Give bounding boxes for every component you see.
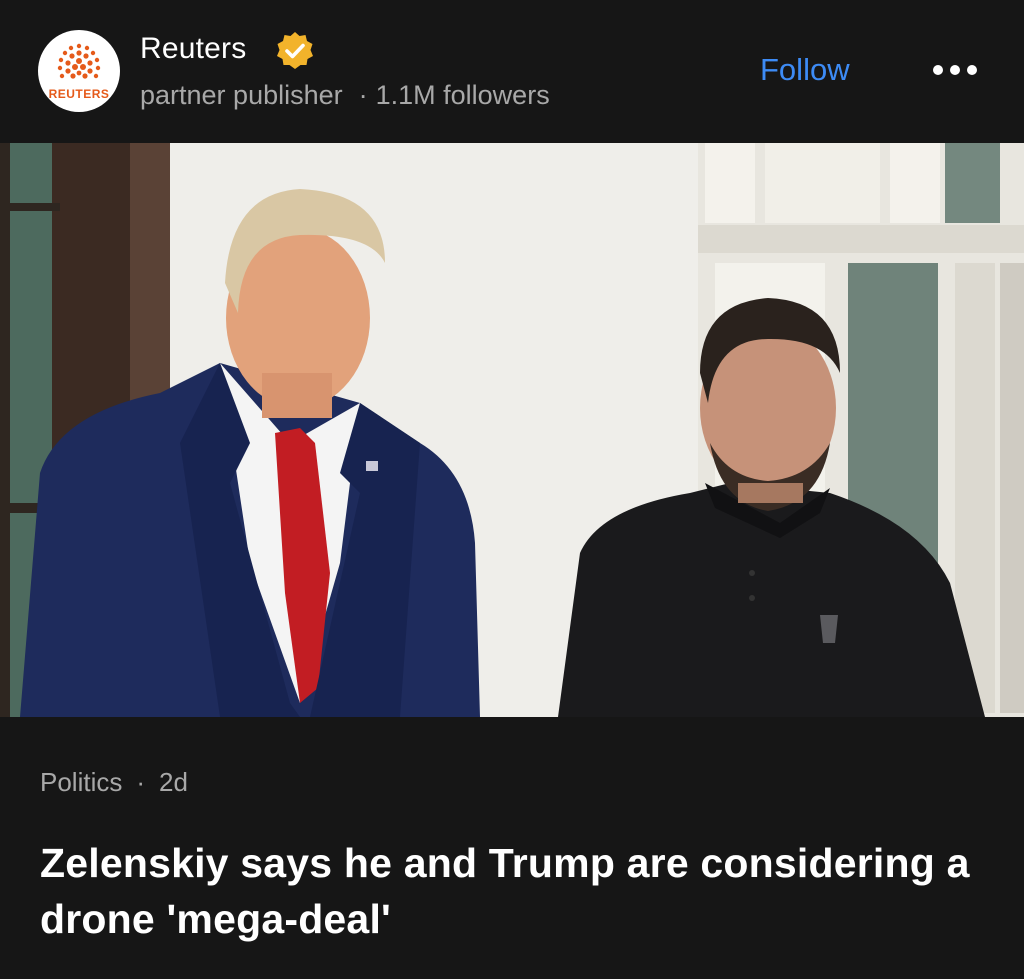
logo-wordmark: REUTERS	[48, 87, 110, 101]
verified-badge-icon	[277, 32, 313, 69]
article-headline[interactable]: Zelenskiy says he and Trump are consider…	[40, 835, 990, 947]
follower-count: 1.1M followers	[375, 80, 550, 110]
publisher-name[interactable]: Reuters	[140, 32, 246, 66]
meta-separator: ·	[136, 767, 146, 797]
article-meta: Politics · 2d	[40, 767, 188, 798]
article-category[interactable]: Politics	[40, 767, 122, 797]
news-photo	[0, 143, 1024, 717]
article-age: 2d	[159, 767, 188, 797]
follow-button[interactable]: Follow	[760, 52, 850, 88]
publisher-role: partner publisher	[140, 80, 343, 110]
more-options-icon[interactable]	[928, 58, 982, 82]
post-header: REUTERS Reuters partner publisher · 1.1M f…	[0, 0, 1024, 143]
publisher-subtitle: partner publisher · 1.1M followers	[140, 80, 550, 111]
article-footer[interactable]: Politics · 2d Zelenskiy says he and Trump …	[0, 717, 1024, 979]
subtitle-separator: ·	[358, 80, 368, 110]
publisher-avatar[interactable]: REUTERS	[38, 30, 120, 112]
article-image[interactable]	[0, 143, 1024, 717]
